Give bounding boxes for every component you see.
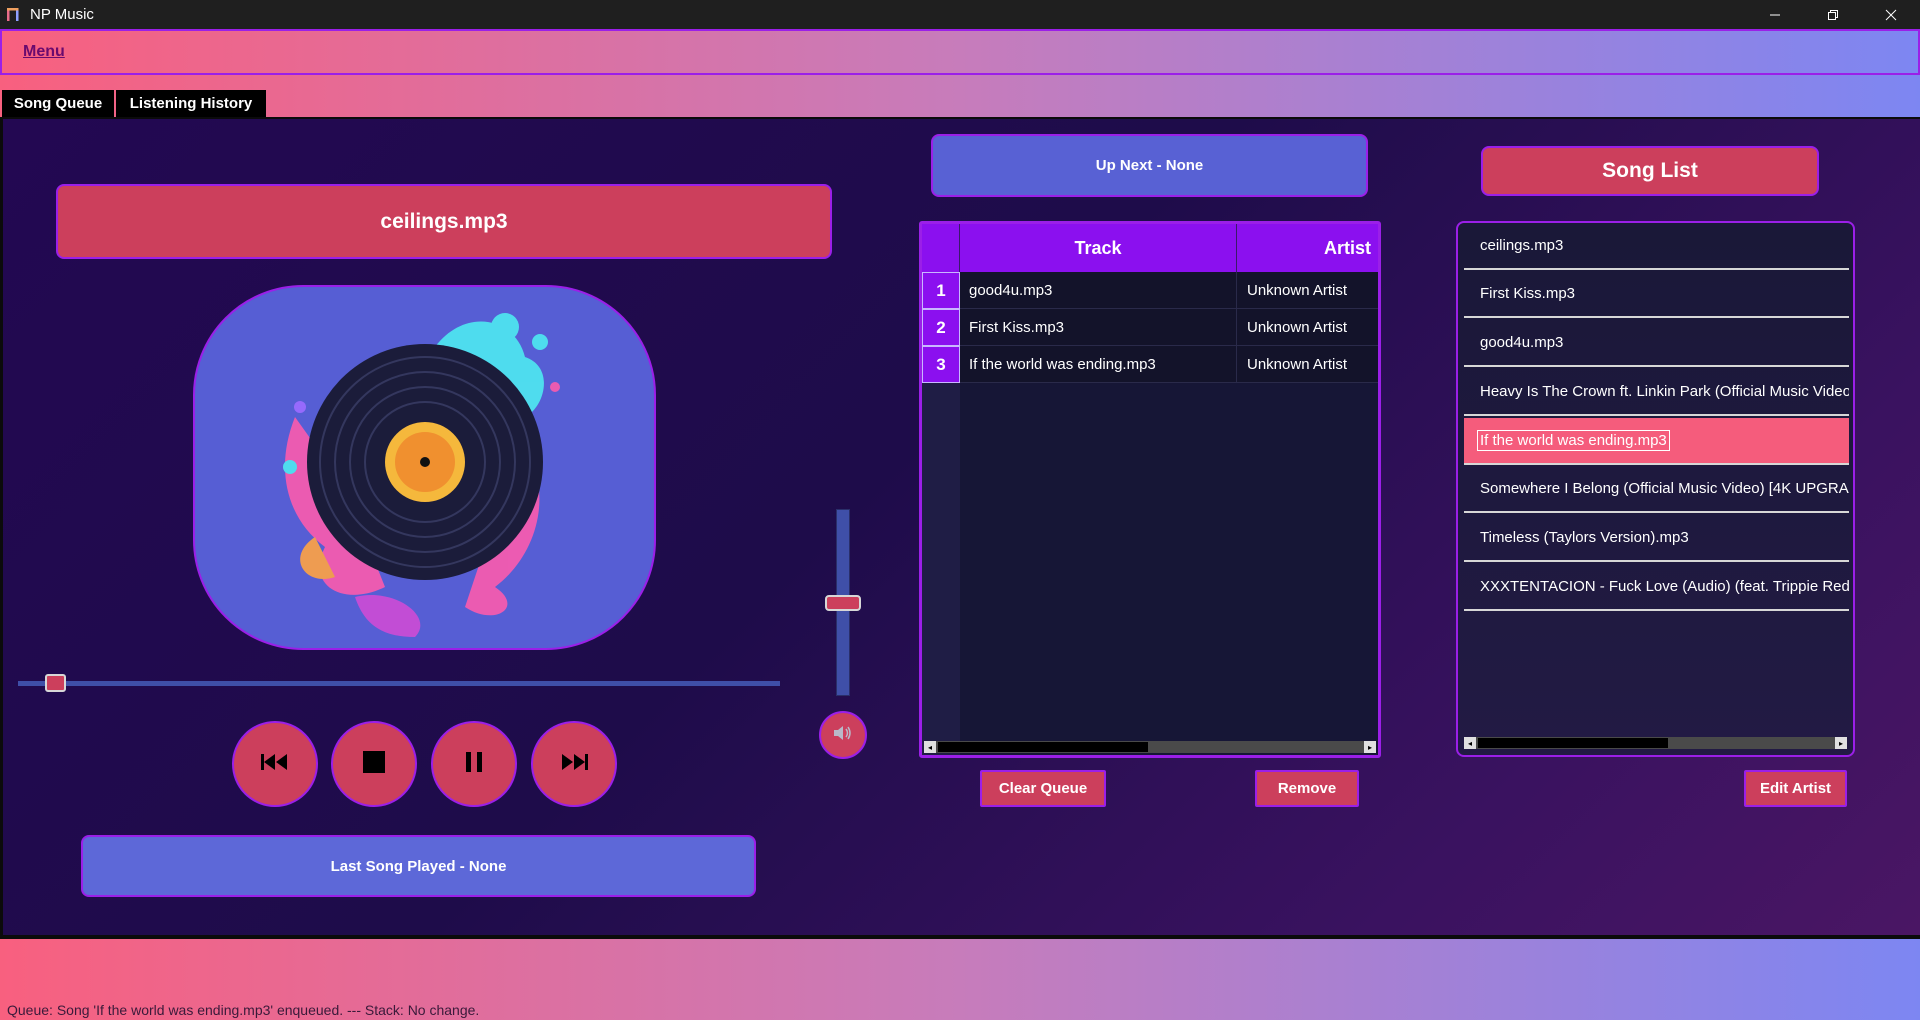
restore-icon[interactable] bbox=[1804, 0, 1862, 29]
pause-icon bbox=[466, 751, 482, 777]
row-number: 1 bbox=[922, 272, 960, 309]
status-bar: Queue: Song 'If the world was ending.mp3… bbox=[0, 939, 1920, 1020]
next-button[interactable] bbox=[531, 721, 617, 807]
remove-button[interactable]: Remove bbox=[1255, 770, 1359, 807]
previous-button[interactable] bbox=[232, 721, 318, 807]
queue-grid[interactable]: Track Artist 1 good4u.mp3 Unknown Artist… bbox=[919, 221, 1381, 758]
tab-strip: Song Queue Listening History bbox=[0, 75, 1920, 117]
now-playing-title: ceilings.mp3 bbox=[56, 184, 832, 259]
up-next-label: Up Next - None bbox=[931, 134, 1368, 197]
status-text: Queue: Song 'If the world was ending.mp3… bbox=[7, 1002, 480, 1018]
list-item[interactable]: Somewhere I Belong (Official Music Video… bbox=[1464, 466, 1849, 513]
scroll-left-icon[interactable]: ◂ bbox=[924, 741, 936, 753]
scroll-left-icon[interactable]: ◂ bbox=[1464, 737, 1476, 749]
list-item[interactable]: good4u.mp3 bbox=[1464, 320, 1849, 367]
tab-listening-history[interactable]: Listening History bbox=[116, 90, 266, 117]
grid-corner bbox=[922, 224, 960, 272]
speaker-icon bbox=[833, 725, 853, 746]
tab-song-queue[interactable]: Song Queue bbox=[2, 90, 114, 117]
menu-bar: Menu bbox=[0, 29, 1920, 75]
last-song-played: Last Song Played - None bbox=[81, 835, 756, 897]
list-item-selected[interactable]: If the world was ending.mp3 bbox=[1464, 418, 1849, 465]
pause-button[interactable] bbox=[431, 721, 517, 807]
list-item-label: Timeless (Taylors Version).mp3 bbox=[1480, 529, 1689, 546]
list-item-label: good4u.mp3 bbox=[1480, 334, 1564, 351]
row-track: good4u.mp3 bbox=[960, 272, 1237, 309]
row-artist: Unknown Artist bbox=[1237, 272, 1378, 309]
window-controls bbox=[1746, 0, 1920, 29]
song-list-horizontal-scrollbar[interactable]: ◂ ▸ bbox=[1464, 737, 1847, 749]
mute-button[interactable] bbox=[819, 711, 867, 759]
song-list-title: Song List bbox=[1481, 146, 1819, 196]
row-number: 2 bbox=[922, 309, 960, 346]
row-track: First Kiss.mp3 bbox=[960, 309, 1237, 346]
menu-button[interactable]: Menu bbox=[23, 43, 65, 61]
title-bar: NP Music bbox=[0, 0, 1920, 29]
scroll-thumb[interactable] bbox=[938, 742, 1148, 752]
row-artist: Unknown Artist bbox=[1237, 309, 1378, 346]
list-item[interactable]: Timeless (Taylors Version).mp3 bbox=[1464, 515, 1849, 562]
list-item-label: Somewhere I Belong (Official Music Video… bbox=[1480, 480, 1849, 497]
table-row[interactable]: 1 good4u.mp3 Unknown Artist bbox=[922, 272, 1378, 309]
window-title: NP Music bbox=[30, 6, 94, 23]
list-item-label: ceilings.mp3 bbox=[1480, 237, 1564, 254]
song-list[interactable]: ceilings.mp3 First Kiss.mp3 good4u.mp3 H… bbox=[1456, 221, 1855, 757]
stop-button[interactable] bbox=[331, 721, 417, 807]
row-artist: Unknown Artist bbox=[1237, 346, 1378, 383]
list-item[interactable]: ceilings.mp3 bbox=[1464, 223, 1849, 270]
list-item[interactable]: First Kiss.mp3 bbox=[1464, 271, 1849, 318]
clear-queue-button[interactable]: Clear Queue bbox=[980, 770, 1106, 807]
scroll-right-icon[interactable]: ▸ bbox=[1364, 741, 1376, 753]
list-item-label: Heavy Is The Crown ft. Linkin Park (Offi… bbox=[1480, 383, 1849, 400]
row-track: If the world was ending.mp3 bbox=[960, 346, 1237, 383]
column-header-artist[interactable]: Artist bbox=[1237, 224, 1378, 272]
list-item[interactable]: XXXTENTACION - Fuck Love (Audio) (feat. … bbox=[1464, 564, 1849, 611]
main-panel: ceilings.mp3 Last Song Played - None Up … bbox=[0, 117, 1920, 939]
next-icon bbox=[560, 753, 588, 776]
close-icon[interactable] bbox=[1862, 0, 1920, 29]
album-art bbox=[193, 285, 656, 650]
list-item-label: XXXTENTACION - Fuck Love (Audio) (feat. … bbox=[1480, 578, 1849, 595]
queue-horizontal-scrollbar[interactable]: ◂ ▸ bbox=[924, 741, 1376, 753]
scroll-thumb[interactable] bbox=[1478, 738, 1668, 748]
column-header-track[interactable]: Track bbox=[960, 224, 1237, 272]
seek-bar[interactable] bbox=[18, 681, 780, 686]
table-row[interactable]: 2 First Kiss.mp3 Unknown Artist bbox=[922, 309, 1378, 346]
volume-thumb[interactable] bbox=[825, 595, 861, 611]
list-item-label: If the world was ending.mp3 bbox=[1477, 430, 1670, 451]
previous-icon bbox=[261, 753, 289, 776]
row-number: 3 bbox=[922, 346, 960, 383]
table-row[interactable]: 3 If the world was ending.mp3 Unknown Ar… bbox=[922, 346, 1378, 383]
list-item[interactable]: Heavy Is The Crown ft. Linkin Park (Offi… bbox=[1464, 369, 1849, 416]
stop-icon bbox=[363, 750, 385, 778]
list-item-label: First Kiss.mp3 bbox=[1480, 285, 1576, 302]
seek-thumb[interactable] bbox=[45, 674, 66, 692]
scroll-right-icon[interactable]: ▸ bbox=[1835, 737, 1847, 749]
edit-artist-button[interactable]: Edit Artist bbox=[1744, 770, 1847, 807]
music-note-icon bbox=[6, 6, 20, 24]
minimize-icon[interactable] bbox=[1746, 0, 1804, 29]
